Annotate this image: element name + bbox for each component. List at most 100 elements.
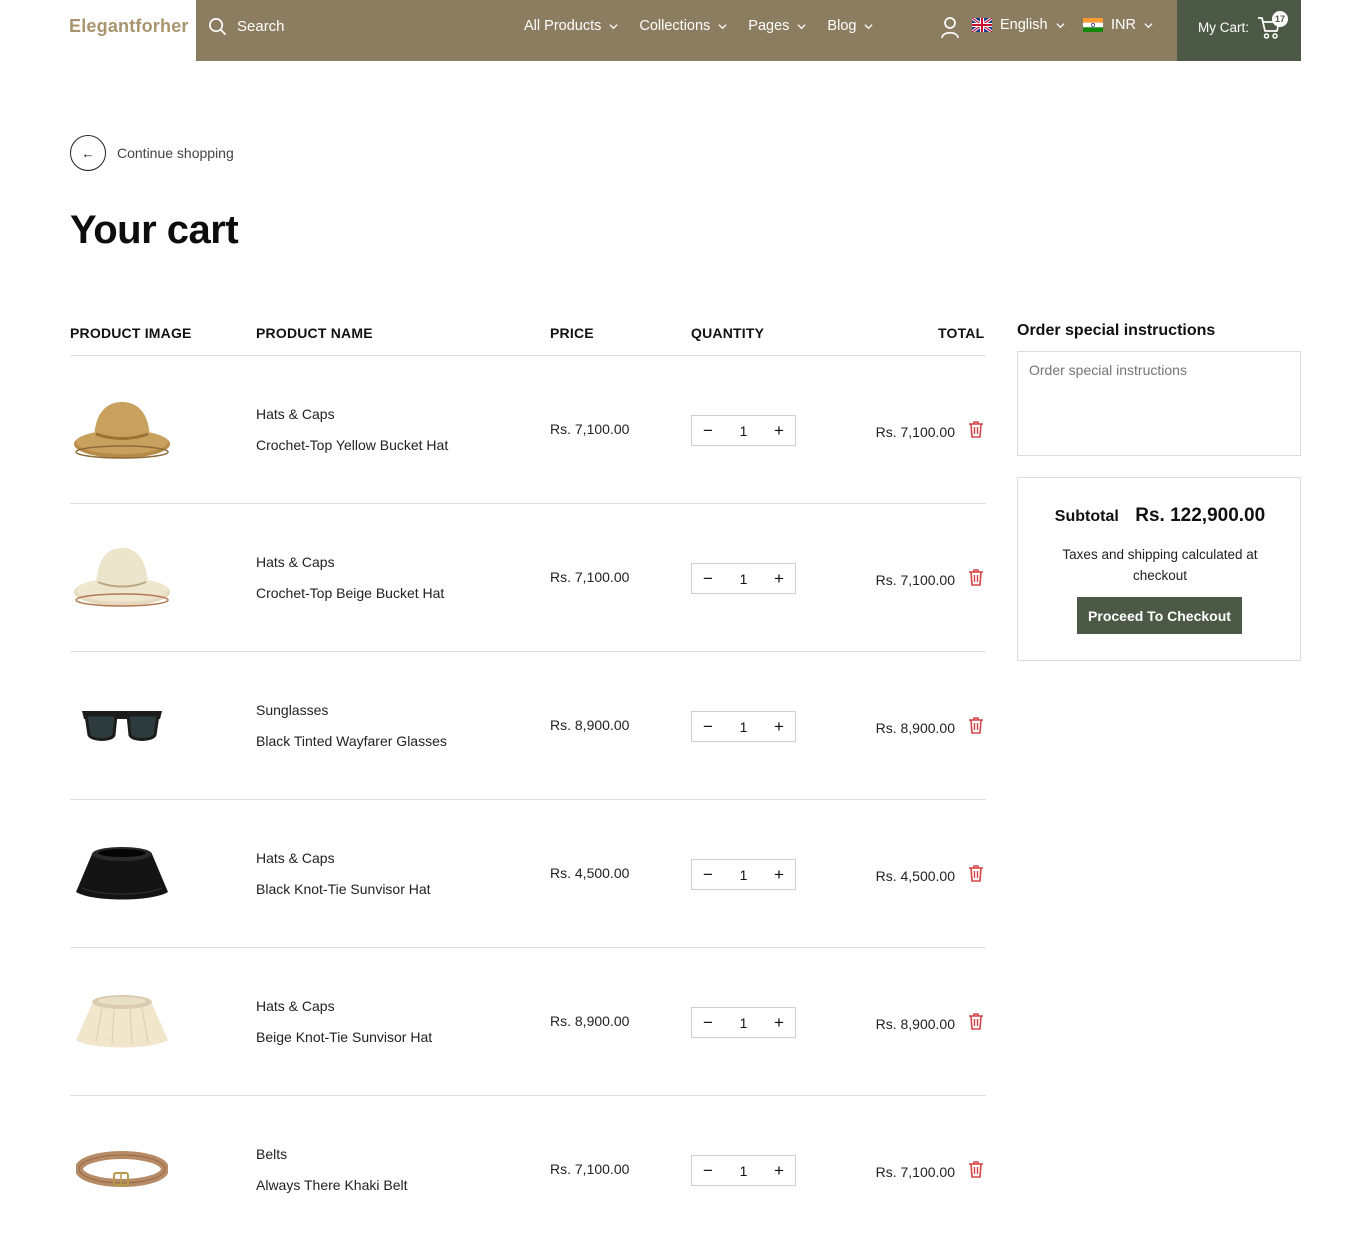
product-price: Rs. 4,500.00 (550, 865, 630, 881)
quantity-value[interactable]: 1 (740, 571, 748, 587)
product-image-beige-sunvisor[interactable] (70, 976, 174, 1066)
product-category: Hats & Caps (256, 850, 335, 866)
trash-icon[interactable] (968, 864, 984, 882)
cart-row: Hats & Caps Black Knot-Tie Sunvisor Hat … (70, 800, 986, 948)
decrease-quantity-button[interactable]: − (703, 718, 713, 735)
continue-shopping-label: Continue shopping (117, 145, 234, 161)
line-total: Rs. 8,900.00 (875, 720, 955, 736)
chevron-down-icon (797, 23, 806, 29)
product-name-link[interactable]: Black Tinted Wayfarer Glasses (256, 733, 447, 749)
product-image-yellow-bucket-hat[interactable] (70, 384, 174, 474)
line-total: Rs. 8,900.00 (875, 1016, 955, 1032)
chevron-down-icon (864, 23, 874, 29)
decrease-quantity-button[interactable]: − (703, 866, 713, 883)
chevron-down-icon (718, 23, 727, 29)
search-label: Search (237, 18, 285, 35)
currency-selector[interactable]: INR (1083, 17, 1153, 33)
product-name-link[interactable]: Beige Knot-Tie Sunvisor Hat (256, 1029, 432, 1045)
language-selector[interactable]: English (972, 17, 1065, 33)
cart-row: Sunglasses Black Tinted Wayfarer Glasses… (70, 652, 986, 800)
quantity-value[interactable]: 1 (740, 423, 748, 439)
search-button[interactable]: Search (208, 17, 285, 36)
quantity-value[interactable]: 1 (740, 867, 748, 883)
instructions-heading: Order special instructions (1017, 322, 1216, 339)
checkout-button[interactable]: Proceed To Checkout (1077, 597, 1242, 634)
chevron-down-icon (1144, 22, 1153, 28)
order-instructions-input[interactable] (1017, 351, 1301, 456)
trash-icon[interactable] (968, 1012, 984, 1030)
trash-icon[interactable] (968, 420, 984, 438)
trash-icon[interactable] (968, 716, 984, 734)
product-name-link[interactable]: Black Knot-Tie Sunvisor Hat (256, 881, 431, 897)
line-total: Rs. 7,100.00 (875, 572, 955, 588)
product-image-khaki-belt[interactable] (70, 1124, 174, 1214)
product-image-black-sunvisor[interactable] (70, 828, 174, 918)
quantity-stepper: − 1 + (691, 1007, 796, 1038)
trash-icon[interactable] (968, 568, 984, 586)
quantity-value[interactable]: 1 (740, 719, 748, 735)
line-total: Rs. 7,100.00 (875, 424, 955, 440)
user-account-icon[interactable] (940, 16, 960, 39)
site-logo[interactable]: Elegantforher (69, 16, 189, 37)
increase-quantity-button[interactable]: + (774, 1014, 784, 1031)
product-image-sunglasses[interactable] (70, 680, 174, 770)
search-icon (209, 18, 226, 35)
quantity-stepper: − 1 + (691, 563, 796, 594)
header-quantity: QUANTITY (691, 325, 765, 341)
product-name-link[interactable]: Always There Khaki Belt (256, 1177, 407, 1193)
product-name-link[interactable]: Crochet-Top Yellow Bucket Hat (256, 437, 448, 453)
product-category: Hats & Caps (256, 406, 335, 422)
nav-label: Collections (639, 18, 711, 34)
product-category: Belts (256, 1146, 288, 1162)
nav-blog[interactable]: Blog (827, 18, 874, 34)
product-price: Rs. 7,100.00 (550, 421, 630, 437)
product-price: Rs. 8,900.00 (550, 717, 630, 733)
cart-row: Hats & Caps Crochet-Top Yellow Bucket Ha… (70, 356, 986, 504)
nav-all-products[interactable]: All Products (524, 18, 618, 34)
increase-quantity-button[interactable]: + (774, 1162, 784, 1179)
product-price: Rs. 8,900.00 (550, 1013, 630, 1029)
quantity-stepper: − 1 + (691, 859, 796, 890)
header-price: PRICE (550, 325, 594, 341)
quantity-value[interactable]: 1 (740, 1163, 748, 1179)
nav-pages[interactable]: Pages (748, 18, 806, 34)
product-category: Hats & Caps (256, 998, 335, 1014)
nav-label: Pages (748, 18, 790, 34)
decrease-quantity-button[interactable]: − (703, 422, 713, 439)
continue-shopping-link[interactable]: ← Continue shopping (70, 135, 234, 171)
product-name-link[interactable]: Crochet-Top Beige Bucket Hat (256, 585, 444, 601)
quantity-stepper: − 1 + (691, 415, 796, 446)
decrease-quantity-button[interactable]: − (703, 1162, 713, 1179)
subtotal-label: Subtotal (1054, 508, 1119, 525)
arrow-left-icon: ← (70, 135, 106, 171)
product-image-beige-bucket-hat[interactable] (70, 532, 174, 622)
currency-label: INR (1111, 17, 1136, 33)
increase-quantity-button[interactable]: + (774, 718, 784, 735)
quantity-value[interactable]: 1 (740, 1015, 748, 1031)
subtotal-value: Rs. 122,900.00 (1135, 505, 1266, 526)
cart-count-badge: 17 (1272, 11, 1288, 27)
chevron-down-icon (609, 23, 618, 29)
site-header: Elegantforher Search All Products Collec… (0, 0, 1370, 61)
trash-icon[interactable] (968, 1160, 984, 1178)
nav-label: Blog (827, 18, 857, 34)
increase-quantity-button[interactable]: + (774, 570, 784, 587)
subtotal-row: Subtotal Rs. 122,900.00 (1018, 505, 1302, 527)
decrease-quantity-button[interactable]: − (703, 1014, 713, 1031)
product-category: Hats & Caps (256, 554, 335, 570)
india-flag-icon (1083, 18, 1103, 32)
nav-bar: Search All Products Collections Pages Bl… (196, 0, 1177, 61)
line-total: Rs. 7,100.00 (875, 1164, 955, 1180)
nav-collections[interactable]: Collections (639, 18, 727, 34)
quantity-stepper: − 1 + (691, 1155, 796, 1186)
uk-flag-icon (972, 18, 992, 32)
product-category: Sunglasses (256, 702, 329, 718)
cart-button[interactable]: My Cart: 17 (1177, 0, 1301, 61)
increase-quantity-button[interactable]: + (774, 422, 784, 439)
increase-quantity-button[interactable]: + (774, 866, 784, 883)
product-price: Rs. 7,100.00 (550, 569, 630, 585)
order-summary: Subtotal Rs. 122,900.00 Taxes and shippi… (1017, 477, 1301, 661)
decrease-quantity-button[interactable]: − (703, 570, 713, 587)
cart-label: My Cart: (1198, 20, 1250, 35)
chevron-down-icon (1055, 22, 1065, 28)
